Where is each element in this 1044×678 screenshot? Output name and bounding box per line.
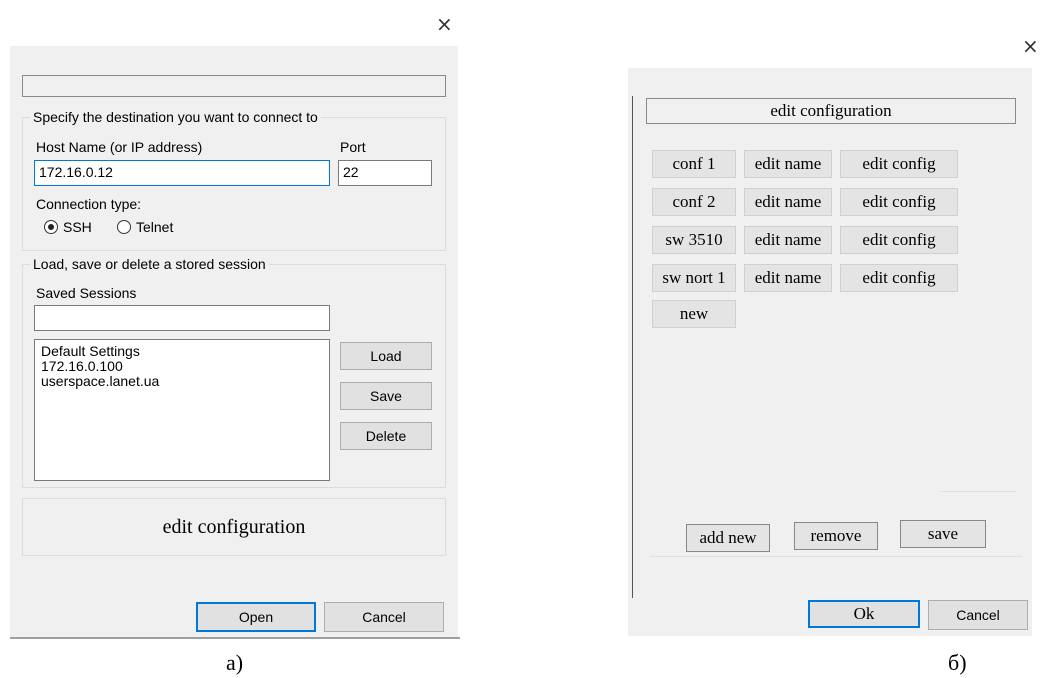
left-dialog: × Specify the destination you want to co… <box>0 0 460 640</box>
add-new-button[interactable]: add new <box>686 524 770 552</box>
left-top-bar <box>22 75 446 97</box>
edit-name-button[interactable]: edit name <box>744 226 832 254</box>
left-close-icon[interactable]: × <box>436 14 453 34</box>
connection-type-label: Connection type: <box>36 196 142 212</box>
port-label: Port <box>340 139 366 155</box>
session-list-item[interactable]: userspace.lanet.ua <box>35 374 329 389</box>
right-cancel-button[interactable]: Cancel <box>928 600 1028 630</box>
session-list-item[interactable]: Default Settings <box>35 344 329 359</box>
right-close-icon[interactable]: × <box>1022 36 1039 56</box>
sessions-group-title: Load, save or delete a stored session <box>30 256 269 272</box>
right-dialog: × edit configuration conf 1 edit name ed… <box>600 0 1044 640</box>
save-button[interactable]: Save <box>340 382 432 410</box>
config-name-button[interactable]: sw 3510 <box>652 226 736 254</box>
radio-ssh-indicator[interactable] <box>44 220 58 234</box>
radio-ssh-label: SSH <box>63 219 92 235</box>
edit-config-button[interactable]: edit config <box>840 264 958 292</box>
radio-ssh[interactable]: SSH <box>44 218 92 236</box>
config-name-button[interactable]: sw nort 1 <box>652 264 736 292</box>
edit-name-button[interactable]: edit name <box>744 188 832 216</box>
sessions-list[interactable]: Default Settings 172.16.0.100 userspace.… <box>34 339 330 481</box>
edit-name-button[interactable]: edit name <box>744 150 832 178</box>
cancel-button[interactable]: Cancel <box>324 602 444 632</box>
radio-telnet-indicator[interactable] <box>117 220 131 234</box>
edit-config-button[interactable]: edit config <box>840 150 958 178</box>
right-dialog-left-border <box>632 96 633 598</box>
edit-configuration-header[interactable]: edit configuration <box>646 98 1016 124</box>
saved-sessions-input[interactable] <box>34 305 330 331</box>
new-config-button[interactable]: new <box>652 300 736 328</box>
right-divider-1 <box>940 491 1016 492</box>
host-name-input[interactable]: 172.16.0.12 <box>34 160 330 186</box>
radio-telnet[interactable]: Telnet <box>117 218 173 236</box>
edit-config-button[interactable]: edit config <box>840 188 958 216</box>
load-button[interactable]: Load <box>340 342 432 370</box>
config-name-button[interactable]: conf 2 <box>652 188 736 216</box>
edit-config-button[interactable]: edit config <box>840 226 958 254</box>
port-input[interactable]: 22 <box>338 160 432 186</box>
config-name-button[interactable]: conf 1 <box>652 150 736 178</box>
caption-b: б) <box>948 650 967 675</box>
saved-sessions-label: Saved Sessions <box>36 285 137 301</box>
open-button[interactable]: Open <box>196 602 316 632</box>
destination-group-title: Specify the destination you want to conn… <box>30 109 321 125</box>
save-config-button[interactable]: save <box>900 520 986 548</box>
ok-button[interactable]: Ok <box>808 600 920 628</box>
host-name-label: Host Name (or IP address) <box>36 139 203 155</box>
right-divider-2 <box>650 556 1022 557</box>
edit-configuration-button[interactable]: edit configuration <box>22 498 446 556</box>
caption-a: а) <box>226 650 244 675</box>
delete-button[interactable]: Delete <box>340 422 432 450</box>
remove-button[interactable]: remove <box>794 522 878 550</box>
radio-telnet-label: Telnet <box>136 219 174 235</box>
left-dialog-bottom-border <box>10 637 460 639</box>
session-list-item[interactable]: 172.16.0.100 <box>35 359 329 374</box>
edit-name-button[interactable]: edit name <box>744 264 832 292</box>
